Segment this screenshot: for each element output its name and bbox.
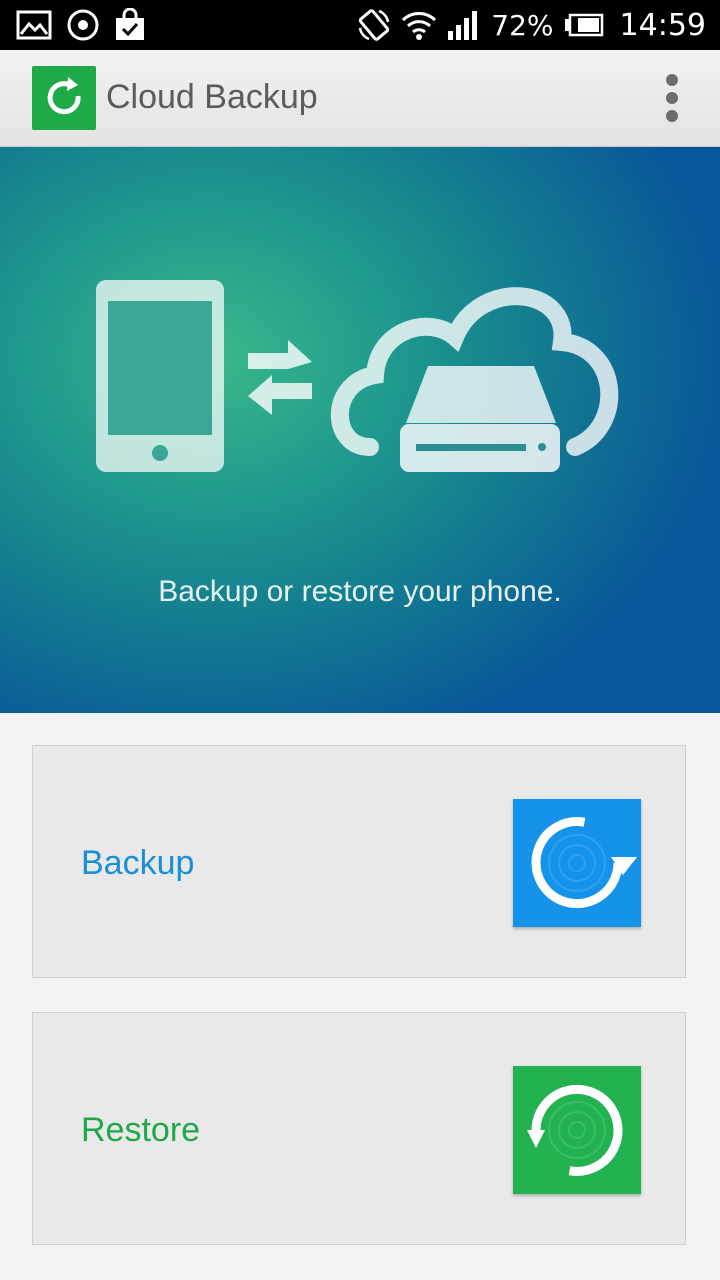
backup-icon[interactable] xyxy=(513,799,641,927)
overflow-menu-icon[interactable] xyxy=(660,70,684,126)
sync-icon[interactable] xyxy=(32,66,96,130)
cloud-drive-icon xyxy=(330,287,619,472)
wifi-icon xyxy=(402,12,437,40)
rotation-lock-icon xyxy=(359,9,390,41)
shopping-bag-icon xyxy=(116,8,144,40)
hero-banner: Backup or restore your phone. xyxy=(0,147,720,713)
status-bar: 72% 14:59 xyxy=(0,0,720,50)
restore-label: Restore xyxy=(81,1111,201,1149)
restore-card[interactable]: Restore xyxy=(32,1012,686,1245)
battery-icon xyxy=(564,13,603,37)
gallery-icon xyxy=(16,10,52,40)
restore-icon[interactable] xyxy=(513,1066,641,1194)
phone-icon xyxy=(96,280,224,472)
backup-label: Backup xyxy=(81,844,195,882)
action-bar: Cloud Backup xyxy=(0,50,720,147)
app-title: Cloud Backup xyxy=(106,78,318,116)
backup-card[interactable]: Backup xyxy=(32,745,686,978)
transfer-arrows-icon xyxy=(248,340,312,415)
hero-caption: Backup or restore your phone. xyxy=(158,575,562,608)
battery-percent: 72% xyxy=(491,8,554,42)
clock: 14:59 xyxy=(619,7,706,43)
media-icon xyxy=(67,9,99,41)
signal-icon xyxy=(448,11,478,40)
